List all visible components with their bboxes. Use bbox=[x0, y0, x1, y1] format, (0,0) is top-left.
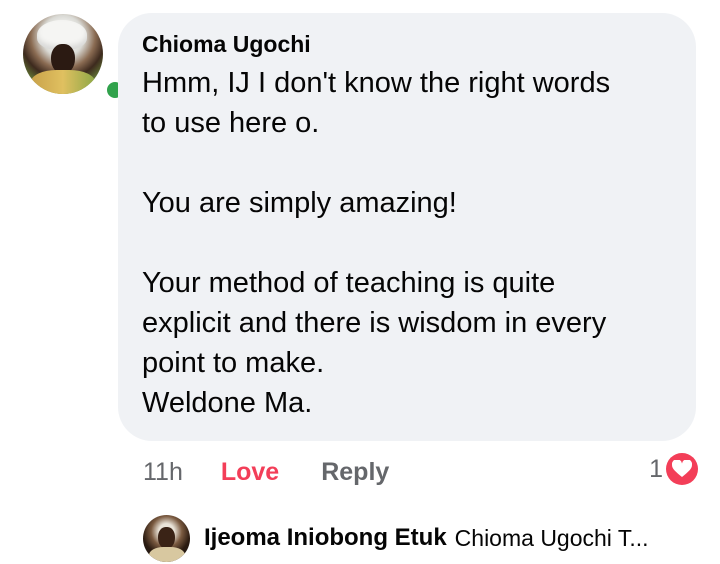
comment-avatar-wrapper[interactable] bbox=[23, 14, 127, 102]
reply-avatar[interactable] bbox=[143, 514, 190, 562]
reaction-count: 1 bbox=[649, 454, 663, 483]
reply-avatar-face-shape bbox=[158, 526, 175, 549]
reply-snippet: Chioma Ugochi T... bbox=[454, 524, 649, 551]
reply-preview[interactable]: Ijeoma Iniobong Etuk Chioma Ugochi T... bbox=[143, 514, 649, 562]
heart-icon-glyph bbox=[672, 460, 692, 477]
reply-avatar-cloth-shape bbox=[149, 546, 185, 562]
reply-author[interactable]: Ijeoma Iniobong Etuk bbox=[204, 524, 447, 552]
reply-button[interactable]: Reply bbox=[321, 455, 389, 489]
avatar[interactable] bbox=[23, 14, 103, 94]
avatar-cloth-shape bbox=[31, 70, 95, 94]
comment-timestamp[interactable]: 11h bbox=[143, 455, 183, 489]
comment-text: Hmm, IJ I don't know the right words to … bbox=[142, 67, 611, 419]
comment-author[interactable]: Chioma Ugochi bbox=[142, 30, 672, 58]
love-button[interactable]: Love bbox=[221, 455, 279, 489]
reaction-summary[interactable]: 1 bbox=[649, 453, 698, 485]
heart-icon bbox=[666, 453, 698, 485]
comment-actions: 11h Love Reply bbox=[143, 455, 389, 489]
comment-bubble: Chioma Ugochi Hmm, IJ I don't know the r… bbox=[118, 13, 696, 441]
